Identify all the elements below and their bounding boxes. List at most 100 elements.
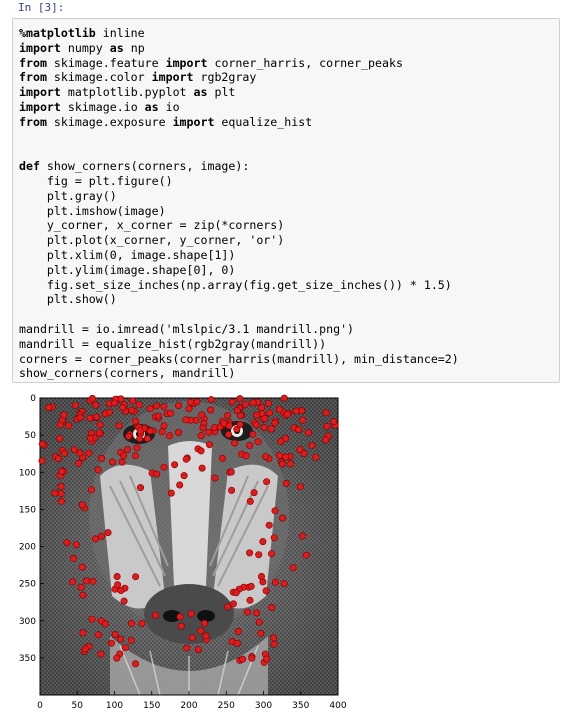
corner-marker <box>136 427 144 435</box>
corner-marker <box>246 441 254 449</box>
corner-marker <box>146 427 154 435</box>
corner-marker <box>94 631 102 639</box>
corner-marker <box>232 589 240 597</box>
corner-marker <box>78 501 86 509</box>
cell-prompt: In [3]: <box>18 1 65 14</box>
corner-marker <box>76 413 84 421</box>
x-tick-label: 50 <box>72 701 84 711</box>
corner-marker <box>97 532 105 540</box>
code-line: import matplotlib.pyplot as plt <box>19 85 235 99</box>
corner-marker <box>266 409 274 417</box>
corner-marker <box>72 541 80 549</box>
corner-marker <box>312 453 320 461</box>
corner-marker <box>246 497 254 505</box>
corner-marker <box>228 398 236 406</box>
x-tick-label: 300 <box>255 701 272 711</box>
corner-marker <box>228 486 236 494</box>
corner-marker <box>69 578 77 586</box>
code-keyword: import <box>165 55 208 70</box>
corner-marker <box>255 551 263 559</box>
code-keyword: from <box>19 55 47 70</box>
corner-marker <box>233 639 241 647</box>
corner-marker <box>167 489 175 497</box>
corner-marker <box>207 406 215 414</box>
code-keyword: as <box>109 40 124 55</box>
corner-marker <box>117 635 125 643</box>
corner-marker <box>54 455 62 463</box>
y-tick-label: 150 <box>19 505 36 515</box>
corner-marker <box>182 416 190 424</box>
corner-marker <box>263 655 271 663</box>
corner-marker <box>260 423 268 431</box>
corner-marker <box>246 596 254 604</box>
code-text: y_corner, x_corner = zip(*corners) <box>19 218 285 233</box>
code-text: plt.show() <box>19 292 117 307</box>
code-text: corner_harris, corner_peaks <box>207 55 403 70</box>
corner-marker <box>124 445 132 453</box>
corner-marker <box>57 490 65 498</box>
corner-marker <box>79 629 87 637</box>
corner-marker <box>284 410 292 418</box>
corner-marker <box>180 472 188 480</box>
corner-marker <box>121 644 129 652</box>
corner-marker <box>78 563 86 571</box>
corner-marker <box>253 411 261 419</box>
corner-marker <box>63 539 71 547</box>
corner-marker <box>241 400 249 408</box>
corner-marker <box>308 441 316 449</box>
corner-marker <box>88 486 96 494</box>
corner-marker <box>276 451 284 459</box>
corner-marker <box>227 468 235 476</box>
corner-marker <box>92 401 100 409</box>
corner-marker <box>153 470 161 478</box>
corner-marker <box>202 632 210 640</box>
corner-marker <box>205 428 213 436</box>
corner-marker <box>93 413 101 421</box>
corner-marker <box>108 639 116 647</box>
corner-marker <box>246 549 254 557</box>
corner-marker <box>330 418 338 426</box>
corner-marker <box>295 426 303 434</box>
code-text: skimage.exposure <box>46 114 173 129</box>
code-line: from skimage.feature import corner_harri… <box>19 56 403 70</box>
corner-marker <box>262 587 270 595</box>
code-cell[interactable]: %matplotlib inline import numpy as np fr… <box>12 18 560 383</box>
code-keyword: from <box>19 114 47 129</box>
corner-marker <box>242 452 250 460</box>
corner-marker <box>98 454 106 462</box>
corner-marker <box>280 394 288 402</box>
code-text: plt.imshow(image) <box>19 203 166 218</box>
y-tick-label: 0 <box>30 394 36 404</box>
corner-marker <box>176 481 184 489</box>
code-editor[interactable]: %matplotlib inline import numpy as np fr… <box>19 26 459 381</box>
code-text: plt.gray() <box>19 188 117 203</box>
code-text: skimage.feature <box>46 55 166 70</box>
y-tick-label: 350 <box>19 654 36 664</box>
code-line: fig.set_size_inches(np.array(fig.get_siz… <box>19 278 452 292</box>
corner-marker <box>129 397 137 405</box>
corner-marker <box>86 414 94 422</box>
x-tick-label: 200 <box>180 701 197 711</box>
corner-marker <box>113 654 121 662</box>
corner-marker <box>132 452 140 460</box>
y-tick-label: 250 <box>19 580 36 590</box>
code-text: plt.plot(x_corner, y_corner, 'or') <box>19 233 285 248</box>
corner-marker <box>261 414 269 422</box>
code-line: corners = corner_peaks(corner_harris(man… <box>19 352 459 366</box>
corner-marker <box>296 483 304 491</box>
corner-marker <box>220 420 228 428</box>
corner-marker <box>234 628 242 636</box>
corner-marker <box>197 627 205 635</box>
corner-marker <box>158 428 166 436</box>
corner-marker <box>250 489 258 497</box>
x-tick-label: 100 <box>106 701 123 711</box>
code-text: plt.ylim(image.shape[0], 0) <box>19 262 236 277</box>
corner-marker <box>111 631 119 639</box>
code-line: plt.xlim(0, image.shape[1]) <box>19 248 235 262</box>
corner-marker <box>65 422 73 430</box>
corner-marker <box>82 577 90 585</box>
corner-marker <box>133 444 141 452</box>
code-line: plt.gray() <box>19 189 117 203</box>
corner-marker <box>302 551 310 559</box>
corner-marker <box>132 660 140 668</box>
